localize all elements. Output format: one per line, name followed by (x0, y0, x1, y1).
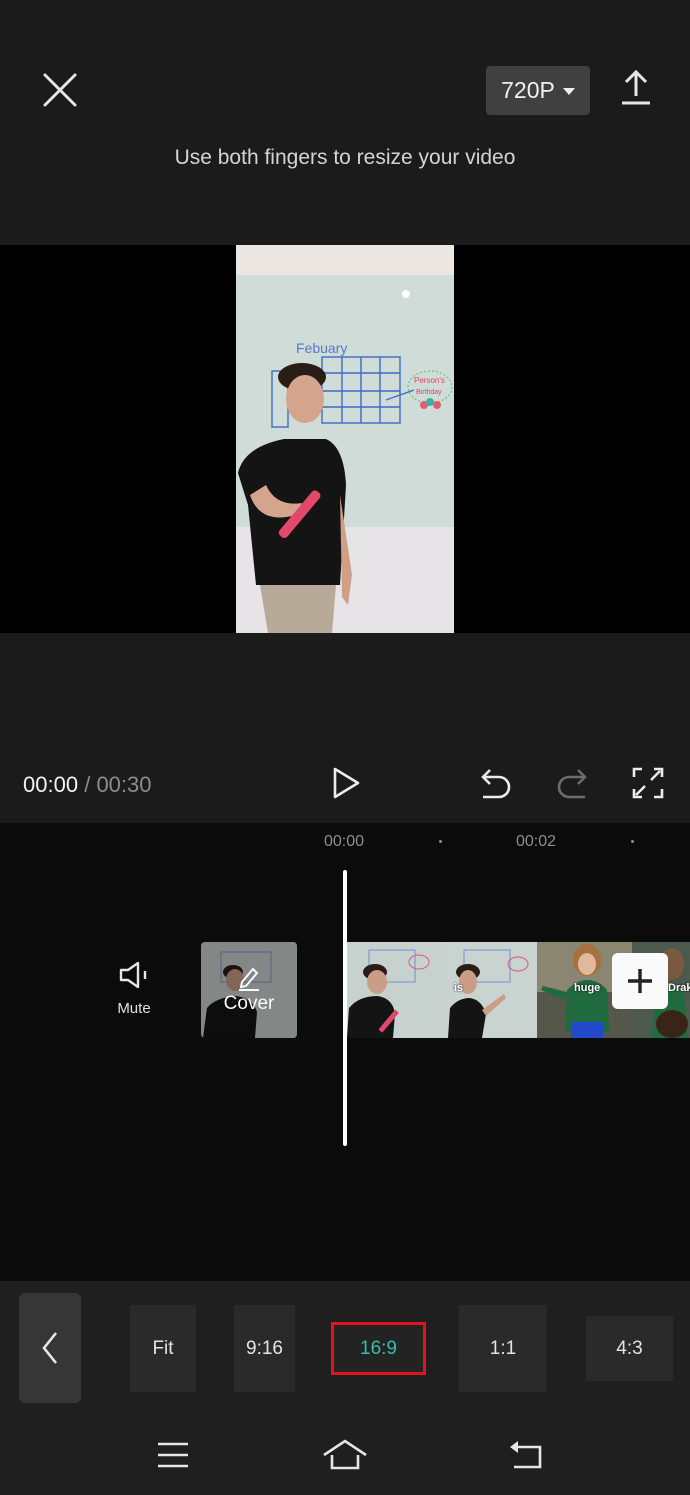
back-icon (510, 1441, 542, 1469)
ruler-tick (631, 840, 634, 843)
clip-caption: is (454, 982, 464, 994)
mute-label: Mute (117, 1000, 151, 1017)
home-icon (323, 1439, 367, 1470)
fullscreen-icon (632, 767, 664, 799)
cover-label: Cover (223, 993, 275, 1014)
playhead[interactable] (343, 870, 347, 1146)
redo-button[interactable] (555, 767, 589, 804)
ratio-option-16-9[interactable]: 16:9 (331, 1322, 426, 1375)
time-separator: / (84, 772, 91, 797)
total-duration: 00:30 (96, 772, 152, 797)
clip-caption: Drak (668, 982, 690, 994)
add-clip-button[interactable] (612, 953, 668, 1009)
ratio-label: 9:16 (246, 1337, 283, 1359)
ratio-label: 16:9 (360, 1337, 397, 1359)
redo-icon (557, 769, 587, 799)
cover-button[interactable]: Cover (201, 942, 297, 1038)
whiteboard-title: Febuary (296, 340, 347, 356)
ruler-label: 00:02 (516, 833, 557, 850)
ratio-label: 4:3 (616, 1337, 643, 1359)
menu-icon (158, 1442, 188, 1468)
video-frame[interactable]: Febuary Person's Birthday (236, 245, 454, 633)
caret-down-icon (562, 88, 575, 95)
edit-pencil-icon (239, 967, 259, 991)
playback-controls: 00:00 / 00:30 (0, 633, 690, 823)
clip-thumbnail (347, 942, 442, 1038)
fullscreen-button[interactable] (632, 767, 664, 804)
current-time: 00:00 (23, 772, 79, 797)
upload-icon (622, 69, 650, 105)
video-still: Febuary Person's Birthday (236, 245, 454, 633)
video-preview[interactable]: Febuary Person's Birthday (0, 245, 690, 633)
timeline[interactable]: 00:00 00:02 Mute Cover is huge Drak (0, 823, 690, 1281)
play-button[interactable] (330, 766, 362, 805)
export-button[interactable] (618, 68, 654, 108)
resolution-value: 720P (501, 77, 555, 103)
ratio-option-4-3[interactable]: 4:3 (586, 1316, 673, 1381)
ratio-label: Fit (152, 1337, 174, 1359)
ratio-option-9-16[interactable]: 9:16 (234, 1305, 295, 1392)
close-button[interactable] (38, 68, 82, 112)
resize-hint: Use both fingers to resize your video (174, 146, 516, 169)
svg-text:Person's: Person's (414, 376, 445, 385)
system-nav-bar (0, 1419, 690, 1495)
chevron-left-icon (42, 1332, 58, 1364)
ratio-option-1-1[interactable]: 1:1 (459, 1305, 547, 1392)
ruler-label: 00:00 (324, 833, 365, 850)
close-icon (43, 73, 77, 107)
ratio-label: 1:1 (489, 1337, 517, 1359)
mute-button[interactable]: Mute (106, 961, 162, 1017)
ratio-option-fit[interactable]: Fit (130, 1305, 196, 1392)
system-back-button[interactable] (508, 1439, 544, 1476)
recent-apps-button[interactable] (156, 1441, 190, 1474)
svg-text:Birthday: Birthday (416, 389, 442, 396)
time-display: 00:00 / 00:30 (23, 772, 152, 798)
plus-icon (628, 969, 652, 993)
resolution-dropdown[interactable]: 720P (486, 66, 590, 115)
clip-thumbnail: is (442, 942, 537, 1038)
top-bar: 720P Use both fingers to resize your vid… (0, 0, 690, 245)
ruler-tick (439, 840, 442, 843)
clip-caption: huge (574, 982, 601, 994)
undo-button[interactable] (479, 767, 513, 804)
back-button[interactable] (19, 1293, 81, 1403)
undo-icon (481, 769, 511, 799)
home-button[interactable] (322, 1439, 368, 1476)
cover-overlay: Cover (201, 942, 297, 1038)
speaker-icon (119, 961, 147, 989)
play-icon (333, 767, 360, 799)
